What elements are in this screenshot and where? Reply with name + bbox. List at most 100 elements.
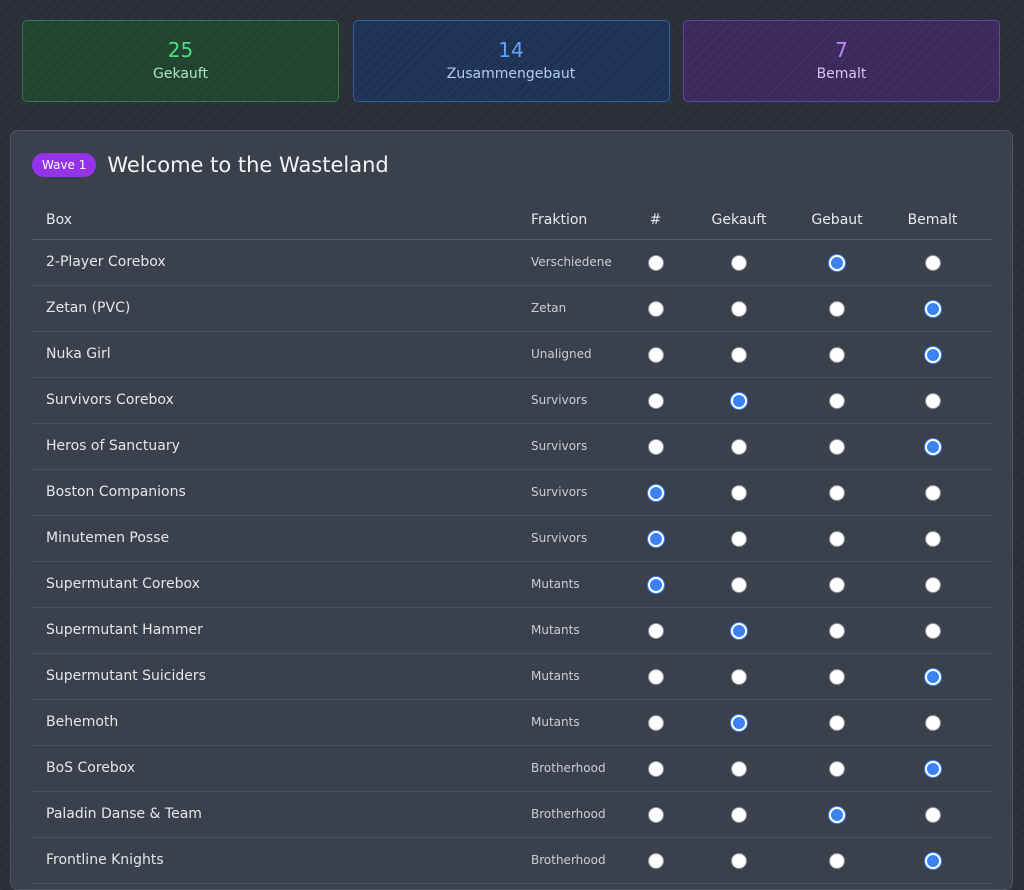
- status-radio-count[interactable]: [647, 347, 664, 363]
- status-radio-count[interactable]: [647, 853, 664, 869]
- table-row: BoS Corebox Brotherhood: [32, 745, 992, 792]
- status-cell-bought: [677, 469, 801, 516]
- status-radio-painted[interactable]: [924, 853, 941, 869]
- status-cell-painted: [873, 469, 992, 516]
- status-radio-painted[interactable]: [924, 301, 941, 317]
- status-radio-count[interactable]: [647, 623, 664, 639]
- status-cell-bought: [677, 377, 801, 424]
- status-cell-count: [634, 331, 677, 378]
- status-radio-painted[interactable]: [924, 715, 941, 731]
- status-radio-painted[interactable]: [924, 761, 941, 777]
- status-cell-built: [801, 699, 873, 746]
- status-radio-painted[interactable]: [924, 485, 941, 501]
- status-radio-built[interactable]: [829, 853, 845, 869]
- status-radio-count[interactable]: [647, 807, 664, 823]
- table-row: Survivors Corebox Survivors: [32, 377, 992, 424]
- box-name: Minutemen Posse: [32, 515, 517, 562]
- status-radio-count[interactable]: [647, 715, 664, 731]
- status-cell-painted: [873, 423, 992, 470]
- faction-label: Mutants: [517, 653, 634, 700]
- status-radio-bought[interactable]: [731, 393, 747, 409]
- faction-label: Mutants: [517, 699, 634, 746]
- box-name: Paladin Danse & Team: [32, 791, 517, 838]
- status-radio-bought[interactable]: [731, 301, 747, 317]
- status-radio-bought[interactable]: [731, 715, 747, 731]
- status-radio-bought[interactable]: [731, 255, 747, 271]
- status-radio-count[interactable]: [647, 485, 664, 501]
- stat-label: Bemalt: [816, 65, 867, 82]
- status-cell-built: [801, 607, 873, 654]
- stat-card-assembled: 14 Zusammengebaut: [352, 20, 670, 102]
- status-radio-bought[interactable]: [731, 853, 747, 869]
- status-radio-count[interactable]: [647, 669, 664, 685]
- box-name: Supermutant Hammer: [32, 607, 517, 654]
- status-radio-built[interactable]: [829, 577, 845, 593]
- status-radio-built[interactable]: [829, 255, 845, 271]
- status-cell-bought: [677, 653, 801, 700]
- status-radio-painted[interactable]: [924, 531, 941, 547]
- status-radio-built[interactable]: [829, 485, 845, 501]
- status-radio-painted[interactable]: [924, 669, 941, 685]
- status-radio-count[interactable]: [647, 255, 664, 271]
- status-cell-built: [801, 653, 873, 700]
- status-radio-bought[interactable]: [731, 531, 747, 547]
- status-cell-painted: [873, 561, 992, 608]
- status-radio-count[interactable]: [647, 761, 664, 777]
- status-radio-built[interactable]: [829, 715, 845, 731]
- status-radio-bought[interactable]: [731, 761, 747, 777]
- status-radio-bought[interactable]: [731, 485, 747, 501]
- status-radio-painted[interactable]: [924, 393, 941, 409]
- column-header-box: Box: [32, 201, 517, 240]
- status-radio-count[interactable]: [647, 301, 664, 317]
- table-row: Supermutant Hammer Mutants: [32, 607, 992, 654]
- status-radio-painted[interactable]: [924, 255, 941, 271]
- status-radio-count[interactable]: [647, 531, 664, 547]
- status-cell-count: [634, 239, 677, 286]
- status-cell-built: [801, 791, 873, 838]
- stats-bar: 25 Gekauft 14 Zusammengebaut 7 Bemalt: [22, 20, 1000, 102]
- status-radio-built[interactable]: [829, 669, 845, 685]
- status-radio-built[interactable]: [829, 531, 845, 547]
- status-cell-painted: [873, 837, 992, 884]
- faction-label: Brotherhood: [517, 791, 634, 838]
- status-radio-count[interactable]: [647, 439, 664, 455]
- status-cell-bought: [677, 699, 801, 746]
- status-radio-built[interactable]: [829, 301, 845, 317]
- status-radio-built[interactable]: [829, 393, 845, 409]
- status-cell-built: [801, 285, 873, 332]
- status-cell-bought: [677, 515, 801, 562]
- status-cell-painted: [873, 239, 992, 286]
- status-cell-count: [634, 469, 677, 516]
- status-radio-built[interactable]: [829, 347, 845, 363]
- status-cell-painted: [873, 607, 992, 654]
- status-cell-painted: [873, 377, 992, 424]
- status-radio-built[interactable]: [829, 807, 845, 823]
- status-radio-painted[interactable]: [924, 807, 941, 823]
- box-name: Boston Companions: [32, 469, 517, 516]
- status-radio-bought[interactable]: [731, 623, 747, 639]
- status-radio-painted[interactable]: [924, 439, 941, 455]
- status-cell-bought: [677, 607, 801, 654]
- status-radio-built[interactable]: [829, 439, 845, 455]
- status-radio-built[interactable]: [829, 761, 845, 777]
- status-radio-painted[interactable]: [924, 347, 941, 363]
- status-radio-count[interactable]: [647, 393, 664, 409]
- status-radio-painted[interactable]: [924, 577, 941, 593]
- box-name: Behemoth: [32, 699, 517, 746]
- status-radio-bought[interactable]: [731, 807, 747, 823]
- status-radio-count[interactable]: [647, 577, 664, 593]
- status-cell-count: [634, 745, 677, 792]
- status-cell-bought: [677, 423, 801, 470]
- status-radio-bought[interactable]: [731, 669, 747, 685]
- stat-value: 7: [835, 37, 848, 62]
- box-name: Zetan (PVC): [32, 285, 517, 332]
- status-cell-built: [801, 239, 873, 286]
- status-radio-bought[interactable]: [731, 439, 747, 455]
- status-radio-painted[interactable]: [924, 623, 941, 639]
- table-row: Boston Companions Survivors: [32, 469, 992, 516]
- status-radio-built[interactable]: [829, 623, 845, 639]
- status-cell-count: [634, 791, 677, 838]
- status-cell-bought: [677, 331, 801, 378]
- status-radio-bought[interactable]: [731, 577, 747, 593]
- status-radio-bought[interactable]: [731, 347, 747, 363]
